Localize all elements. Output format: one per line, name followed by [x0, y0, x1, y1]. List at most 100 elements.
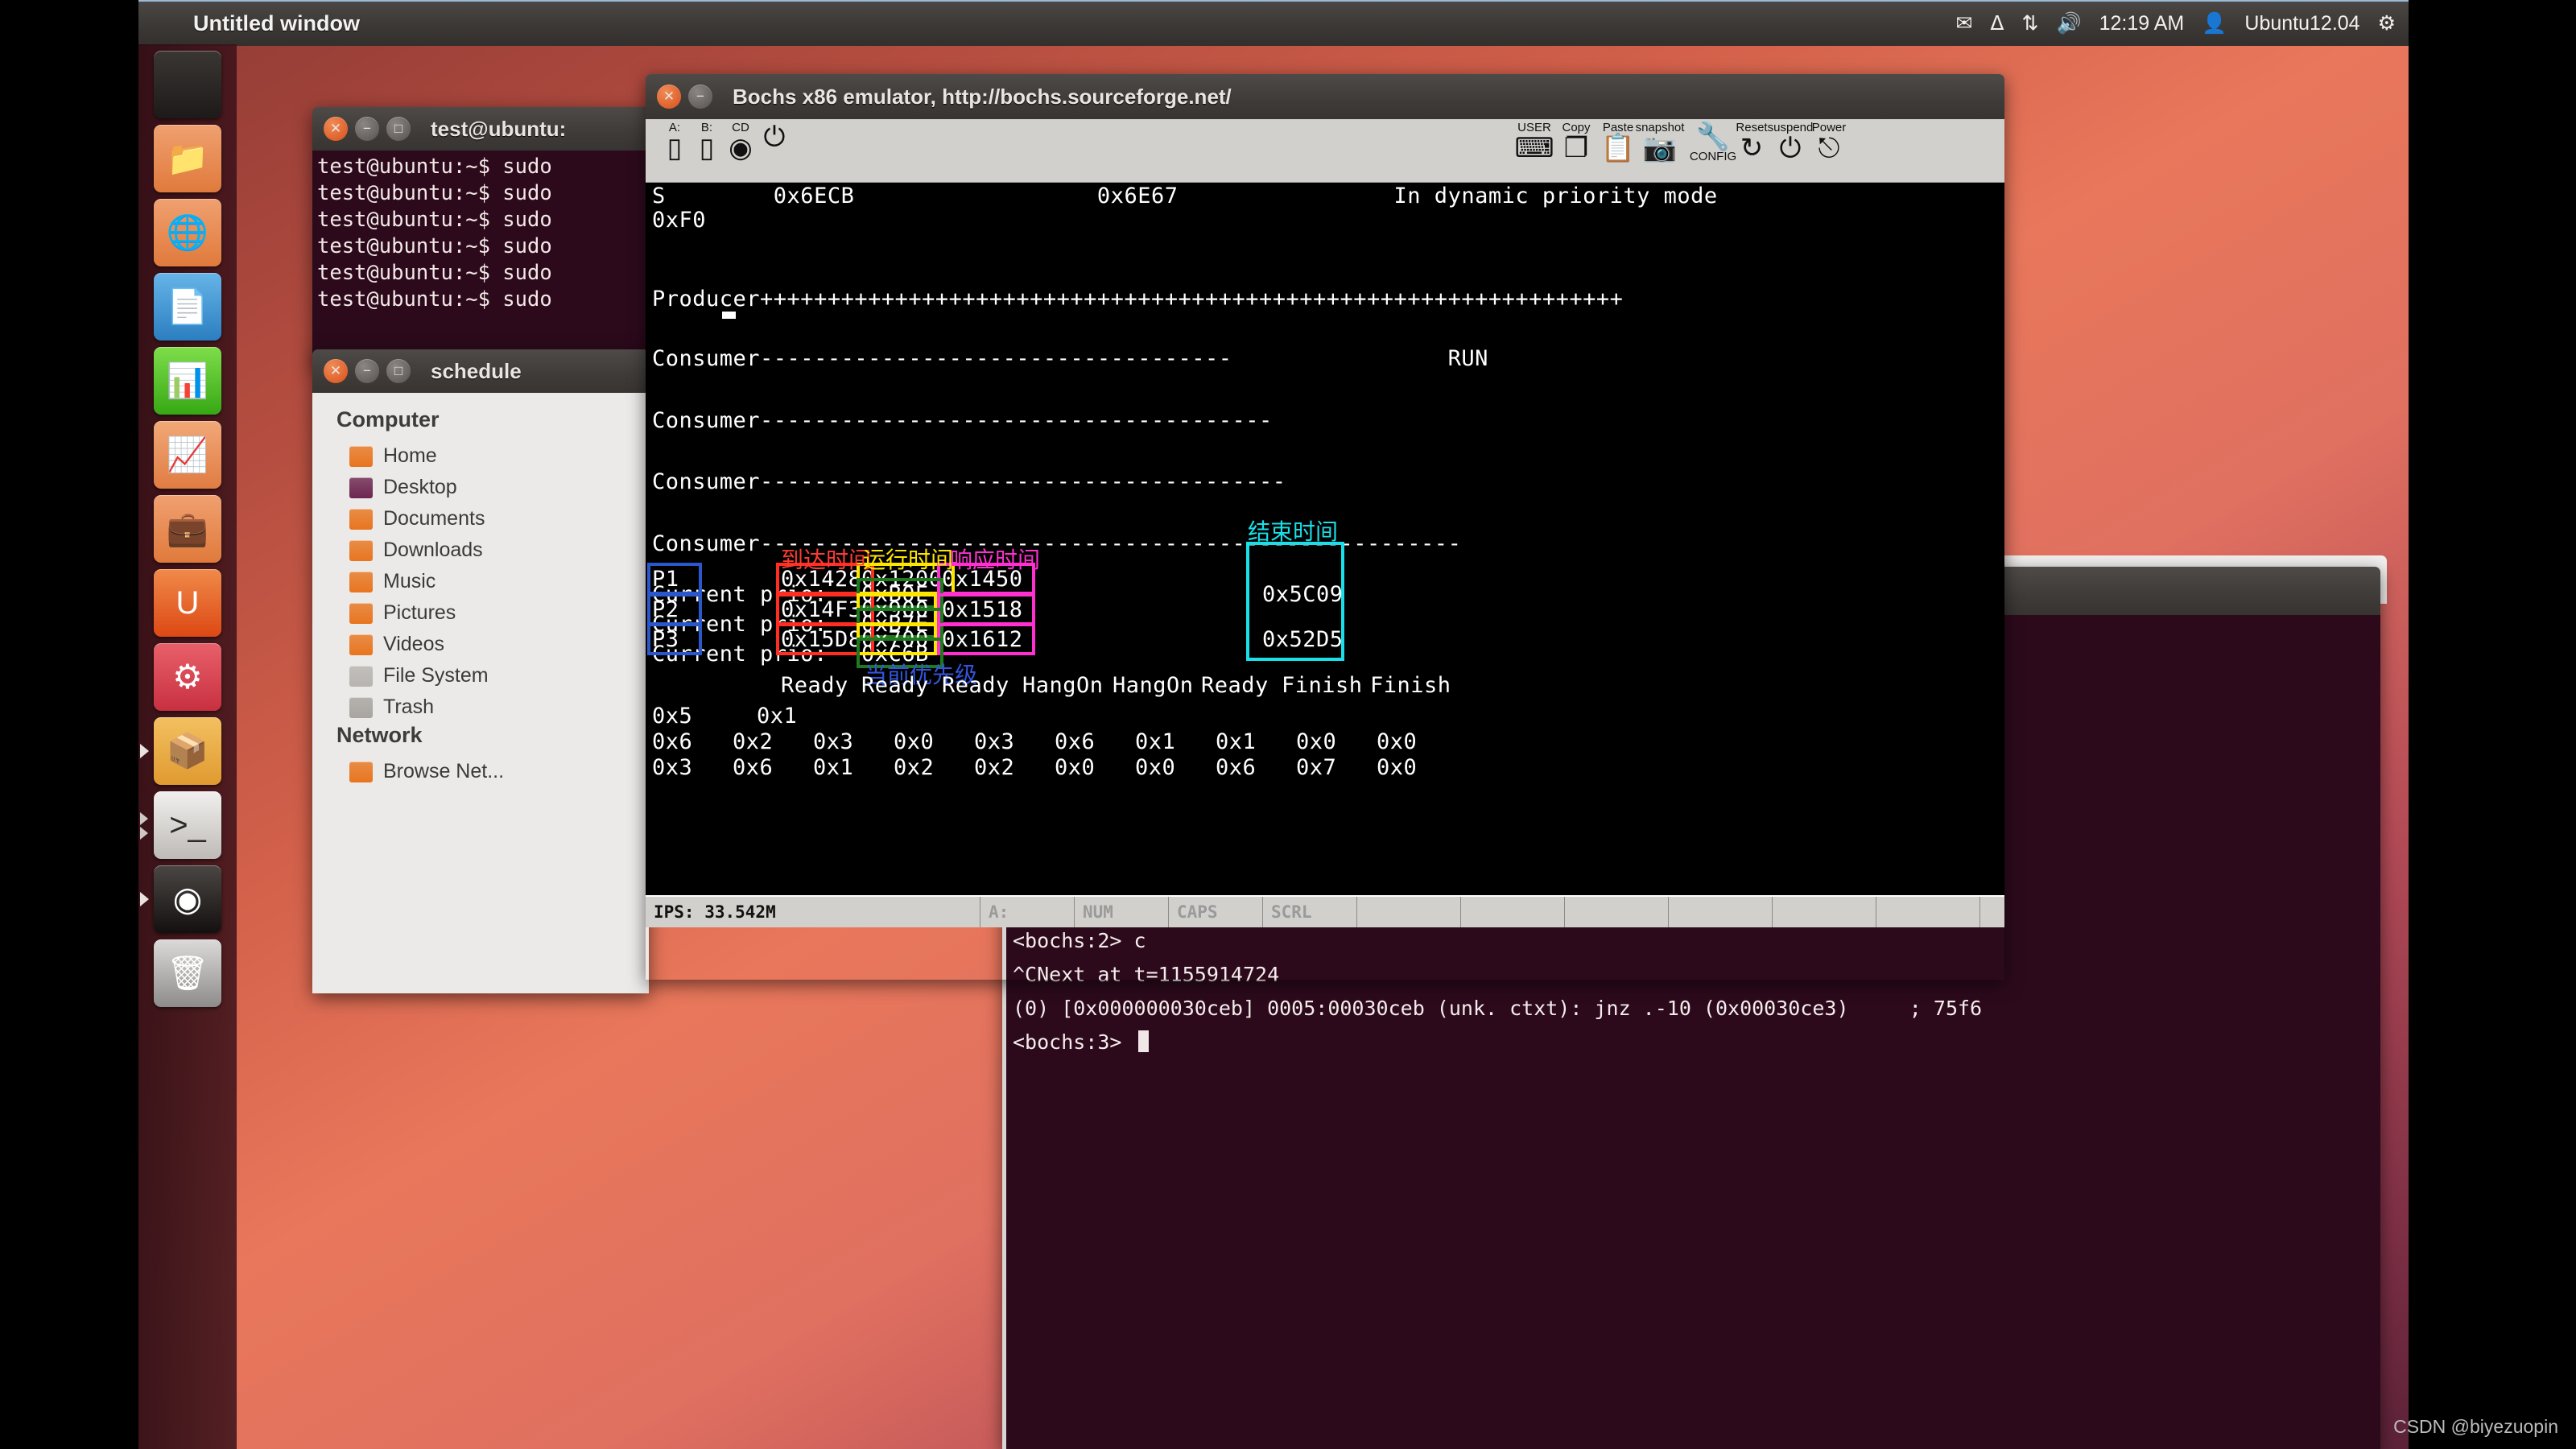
file-manager-title: schedule [431, 358, 522, 383]
network-updown-icon[interactable]: ⇅ [2022, 14, 2039, 34]
sidebar-item-trash[interactable]: Trash [312, 691, 649, 723]
sidebar-item-desktop[interactable]: Desktop [312, 472, 649, 503]
paste-icon-glyph: 📋 [1600, 133, 1636, 163]
sidebar-item-file-system[interactable]: File System [312, 660, 649, 691]
state-value-cell: 0x3 [974, 729, 1015, 754]
file-manager-window[interactable]: ✕ − □ schedule Computer Home Desktop Docume… [312, 349, 649, 993]
mail-icon[interactable]: ✉ [1955, 14, 1972, 34]
state-value-cell: 0x3 [652, 755, 693, 780]
copy-icon[interactable]: Copy ❐ [1555, 122, 1597, 179]
system-settings-icon[interactable]: ⚙ [154, 643, 221, 711]
close-icon[interactable]: ✕ [657, 85, 681, 109]
console-line: 0xF0 [652, 208, 707, 233]
process-name-box-P3 [647, 623, 702, 655]
terminal-line: test@ubuntu:~$ sudo [317, 287, 552, 312]
terminal-left-titlebar[interactable]: ✕ − □ test@ubuntu: [312, 107, 658, 151]
text-cursor [1137, 1030, 1149, 1052]
update-manager-icon[interactable]: 📦 [154, 717, 221, 785]
top-panel[interactable]: Untitled window ✉ ᐃ ⇅ 🔊 12:19 AM 👤 Ubunt… [138, 0, 2409, 46]
panel-username[interactable]: Ubuntu12.04 [2244, 12, 2359, 35]
sidebar-item-videos[interactable]: Videos [312, 629, 649, 660]
terminal-icon-glyph: >_ [169, 807, 206, 843]
ubuntu-one-icon[interactable]: U [154, 569, 221, 637]
launcher-running-indicator [140, 827, 148, 840]
state-header-cell: Ready [1201, 673, 1269, 698]
maximize-icon[interactable]: □ [386, 117, 411, 141]
bochs-toolbar[interactable]: A: ▯ B: ▯ CD ◉ ⏻ USER ⌨ Copy ❐ Paste 📋 snapshot 📷 🔧 CONF… [646, 119, 2004, 183]
bochs-emulator-window[interactable]: ✕ − Bochs x86 emulator, http://bochs.sou… [646, 74, 2004, 980]
state-header-cell: HangOn [1113, 673, 1194, 698]
bochs-window-title: Bochs x86 emulator, http://bochs.sourcef… [733, 84, 1232, 109]
power-icon[interactable]: Power ⎋ [1808, 122, 1850, 179]
downloads-folder-icon [349, 539, 373, 561]
console-line: Consumer--------------------------------… [652, 469, 1286, 494]
sidebar-item-pictures[interactable]: Pictures [312, 597, 649, 629]
terminal-icon[interactable]: >_ [154, 791, 221, 859]
maximize-icon[interactable]: □ [386, 359, 411, 383]
files-icon[interactable]: 📁 [154, 125, 221, 192]
file-manager-sidebar[interactable]: Computer Home Desktop Documents Downloads Mus… [312, 393, 649, 993]
firefox-icon[interactable]: 🌐 [154, 199, 221, 266]
sidebar-item-downloads[interactable]: Downloads [312, 535, 649, 566]
network-folder-icon [349, 761, 373, 782]
cdrom-icon-label: CD [732, 121, 749, 134]
response-time-box-P3 [937, 623, 1035, 655]
terminal-left-output[interactable]: test@ubuntu:~$ sudo test@ubuntu:~$ sudo te… [312, 151, 658, 365]
file-manager-titlebar[interactable]: ✕ − □ schedule [312, 349, 649, 393]
power-off-icon[interactable]: ⏻ [753, 122, 795, 179]
close-icon[interactable]: ✕ [324, 117, 348, 141]
sidebar-item-music[interactable]: Music [312, 566, 649, 597]
minimize-icon[interactable]: − [688, 85, 712, 109]
panel-clock[interactable]: 12:19 AM [2099, 12, 2185, 35]
copy-icon-label: Copy [1562, 121, 1591, 134]
volume-icon[interactable]: 🔊 [2056, 14, 2081, 34]
bluetooth-icon[interactable]: ᐃ [1990, 14, 2004, 34]
panel-indicators[interactable]: ✉ ᐃ ⇅ 🔊 12:19 AM 👤 Ubuntu12.04 ⚙ [1955, 2, 2396, 46]
sidebar-item-documents[interactable]: Documents [312, 503, 649, 535]
gear-icon[interactable]: ⚙ [2378, 14, 2396, 34]
bochs-titlebar[interactable]: ✕ − Bochs x86 emulator, http://bochs.sou… [646, 74, 2004, 119]
state-value-cell: 0x0 [1377, 729, 1418, 754]
libreoffice-writer-icon[interactable]: 📄 [154, 273, 221, 341]
files-icon-glyph: 📁 [166, 139, 209, 177]
launcher-running-indicator [140, 812, 148, 825]
sidebar-item-browse-net[interactable]: Browse Net... [312, 756, 649, 787]
config-icon[interactable]: 🔧 CONFIG [1689, 122, 1737, 179]
console-line: S 0x6ECB 0x6E67 In dynamic priority mode [652, 184, 1718, 208]
paste-icon-label: Paste [1602, 121, 1634, 134]
reset-icon[interactable]: Reset ↻ [1731, 122, 1773, 179]
ubuntu-dash-icon[interactable] [154, 51, 221, 118]
minimize-icon[interactable]: − [355, 117, 379, 141]
config-icon-label: CONFIG [1689, 150, 1737, 163]
state-value-cell: 0x2 [894, 755, 935, 780]
suspend-icon[interactable]: suspend ⏻ [1768, 122, 1814, 179]
pictures-folder-icon [349, 602, 373, 624]
bochs-vga-screen[interactable]: S 0x6ECB 0x6E67 In dynamic priority mode… [646, 183, 2004, 895]
ubuntu-software-center-icon[interactable]: 💼 [154, 495, 221, 563]
unity-launcher[interactable]: 📁 🌐 📄 📊 📈 💼 U ⚙ 📦 >_ ◉ 🗑 [138, 44, 237, 1449]
terminal-line: test@ubuntu:~$ sudo [317, 155, 552, 179]
user-icon[interactable]: 👤 [2202, 14, 2227, 34]
text-cursor [722, 312, 736, 319]
firefox-icon-glyph: 🌐 [166, 213, 209, 251]
state-header-cell: Ready [861, 673, 929, 698]
terminal-window-left[interactable]: ✕ − □ test@ubuntu: test@ubuntu:~$ sudo te… [312, 107, 658, 365]
finish-time-0: 0x5C09 [1262, 582, 1344, 607]
state-value-cell: 0x1 [813, 755, 854, 780]
close-icon[interactable]: ✕ [324, 359, 348, 383]
state-value-cell: 0x3 [813, 729, 854, 754]
workspace-switcher-icon[interactable]: ◉ [154, 865, 221, 933]
snapshot-icon[interactable]: snapshot 📷 [1636, 122, 1685, 179]
sidebar-item-label: Home [383, 444, 437, 467]
trash-icon[interactable]: 🗑 [154, 939, 221, 1007]
filesystem-drive-icon [349, 665, 373, 687]
libreoffice-calc-icon[interactable]: 📊 [154, 347, 221, 415]
paste-icon[interactable]: Paste 📋 [1597, 122, 1639, 179]
bochs-status-bar[interactable]: IPS: 33.542M A: NUM CAPS SCRL [646, 895, 2004, 927]
sidebar-item-home[interactable]: Home [312, 440, 649, 472]
minimize-icon[interactable]: − [355, 359, 379, 383]
libreoffice-impress-icon[interactable]: 📈 [154, 421, 221, 489]
user-keyboard-icon[interactable]: USER ⌨ [1513, 122, 1555, 179]
snapshot-icon-glyph: 📷 [1642, 133, 1678, 163]
annotation-run-time: 运行时间 [863, 547, 954, 573]
